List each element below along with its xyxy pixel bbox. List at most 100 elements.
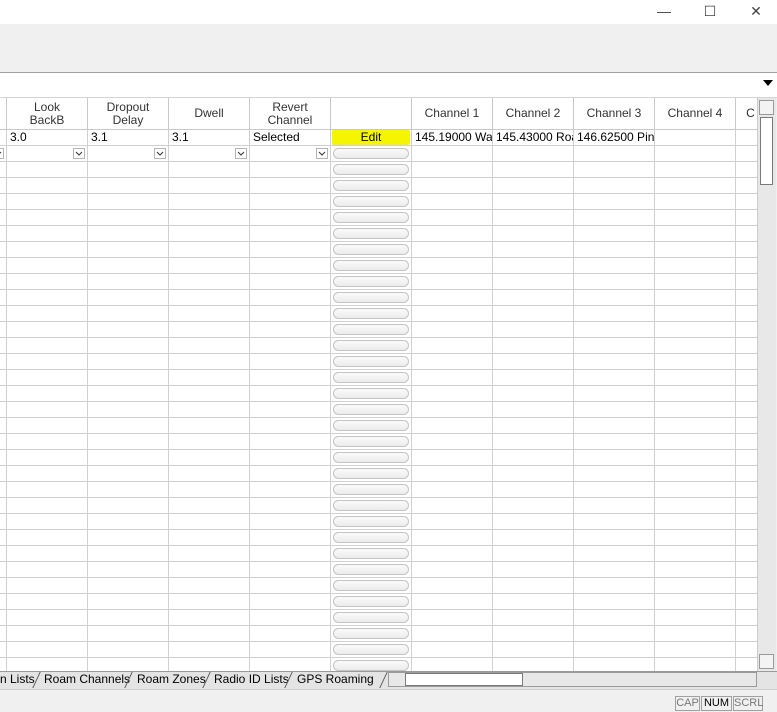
cell-revert[interactable] [250,402,331,418]
cell-ch2[interactable] [493,530,574,546]
column-header-dropout[interactable]: Dropout Delay [88,98,169,130]
cell-revert[interactable] [250,338,331,354]
cell-edit[interactable] [331,578,412,594]
cell-ch3[interactable] [574,402,655,418]
row-edit-button[interactable] [333,196,409,207]
cell-dwell[interactable] [169,146,250,162]
cell-ch4[interactable] [655,530,736,546]
cell-ch3[interactable] [574,178,655,194]
cell-ch2[interactable] [493,258,574,274]
cell-ch1[interactable] [412,274,493,290]
cell-edge[interactable] [0,546,7,562]
cell-edge[interactable] [0,482,7,498]
dropdown-arrow-icon[interactable] [763,80,773,86]
vertical-scrollbar[interactable] [757,98,776,671]
cell-ch1[interactable] [412,370,493,386]
row-edit-button[interactable] [333,436,409,447]
cell-lookbackb[interactable] [7,498,88,514]
cell-lookbackb[interactable] [7,626,88,642]
row-edit-button[interactable] [333,644,409,655]
cell-ch4[interactable] [655,610,736,626]
cell-revert[interactable] [250,258,331,274]
cell-ch1[interactable] [412,258,493,274]
column-header-ch4[interactable]: Channel 4 [655,98,736,130]
cell-revert[interactable] [250,386,331,402]
cell-ch2[interactable] [493,210,574,226]
cell-ch3[interactable] [574,386,655,402]
row-edit-button[interactable] [333,468,409,479]
row-edit-button[interactable] [333,612,409,623]
cell-ch2[interactable] [493,626,574,642]
cell-ch4[interactable] [655,482,736,498]
cell-dwell[interactable] [169,498,250,514]
cell-dwell[interactable] [169,578,250,594]
scroll-thumb[interactable] [760,117,773,185]
cell-ch3[interactable] [574,338,655,354]
cell-ch5[interactable] [736,146,757,162]
row-edit-button[interactable] [333,148,409,159]
cell-ch5[interactable] [736,418,757,434]
cell-edit[interactable] [331,530,412,546]
cell-ch3[interactable] [574,610,655,626]
chevron-down-icon[interactable] [316,148,328,159]
cell-dropout[interactable] [88,306,169,322]
cell-ch1[interactable] [412,322,493,338]
cell-revert[interactable] [250,210,331,226]
cell-edit[interactable] [331,546,412,562]
cell-edit[interactable] [331,354,412,370]
cell-ch5[interactable] [736,498,757,514]
cell-lookbackb[interactable] [7,354,88,370]
cell-revert[interactable] [250,578,331,594]
cell-dropout[interactable] [88,370,169,386]
cell-ch3[interactable] [574,450,655,466]
sheet-tab[interactable]: Roam Zones [133,672,210,688]
cell-ch4[interactable] [655,386,736,402]
cell-edit[interactable] [331,418,412,434]
row-edit-button[interactable] [333,228,409,239]
cell-ch3[interactable] [574,562,655,578]
column-header-ch1[interactable]: Channel 1 [412,98,493,130]
cell-revert[interactable] [250,274,331,290]
cell-dwell[interactable] [169,338,250,354]
cell-ch3[interactable] [574,434,655,450]
cell-ch3[interactable] [574,546,655,562]
cell-ch4[interactable] [655,306,736,322]
cell-revert[interactable] [250,290,331,306]
cell-edge[interactable] [0,178,7,194]
cell-dwell[interactable] [169,178,250,194]
cell-ch1[interactable] [412,498,493,514]
cell-ch2[interactable] [493,434,574,450]
cell-ch2[interactable] [493,466,574,482]
cell-edit[interactable] [331,370,412,386]
row-edit-button[interactable] [333,532,409,543]
cell-lookbackb[interactable] [7,450,88,466]
cell-ch3[interactable] [574,466,655,482]
cell-dropout[interactable] [88,338,169,354]
cell-ch2[interactable] [493,322,574,338]
column-header-edge[interactable] [0,98,7,130]
cell-ch3[interactable] [574,242,655,258]
cell-dropout[interactable] [88,226,169,242]
cell-edit[interactable] [331,274,412,290]
cell-edit[interactable] [331,514,412,530]
chevron-down-icon[interactable] [0,148,4,159]
cell-ch4[interactable] [655,626,736,642]
cell-ch1[interactable] [412,434,493,450]
cell-ch1[interactable] [412,306,493,322]
cell-dropout[interactable] [88,418,169,434]
row-edit-button[interactable] [333,180,409,191]
cell-ch2[interactable] [493,482,574,498]
cell-edge[interactable] [0,194,7,210]
cell-edit[interactable] [331,306,412,322]
cell-ch1[interactable] [412,658,493,671]
cell-ch5[interactable] [736,402,757,418]
cell-ch2[interactable] [493,370,574,386]
cell-edit[interactable] [331,258,412,274]
cell-dwell[interactable] [169,626,250,642]
cell-ch2[interactable] [493,178,574,194]
cell-lookbackb[interactable] [7,610,88,626]
cell-edit[interactable] [331,642,412,658]
row-edit-button[interactable] [333,308,409,319]
cell-ch4[interactable] [655,210,736,226]
cell-ch3[interactable] [574,642,655,658]
